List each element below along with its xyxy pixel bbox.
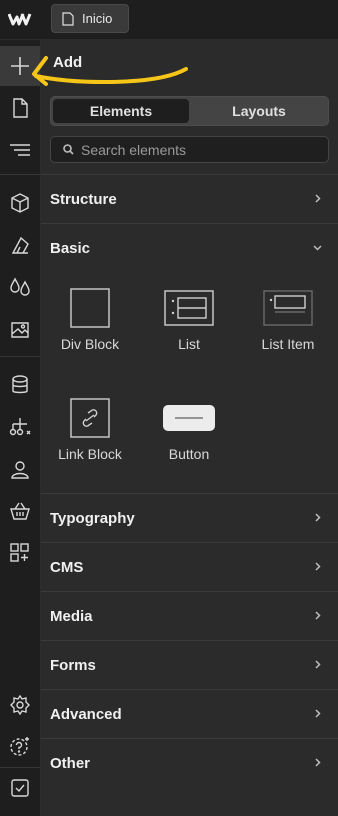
panel-title: Add [53,54,83,71]
section-label: Forms [50,657,96,674]
logic-flow-icon[interactable] [0,407,40,447]
element-list-item[interactable]: List Item [239,276,337,376]
add-panel: Add Elements Layouts Structure Basic Div… [41,40,338,816]
list-item-icon [239,286,337,330]
link-block-icon [41,396,139,440]
color-drops-icon[interactable] [0,267,40,307]
page-icon[interactable] [0,88,40,128]
element-div-block[interactable]: Div Block [41,276,139,376]
section-media[interactable]: Media [41,591,338,640]
section-label: Basic [50,240,91,257]
section-advanced[interactable]: Advanced [41,689,338,738]
plus-icon[interactable] [0,46,40,86]
chevron-right-icon [315,611,321,620]
chevron-right-icon [315,709,321,718]
style-icon[interactable] [0,225,40,265]
assets-image-icon[interactable] [0,309,40,349]
section-label: CMS [50,559,84,576]
div-block-icon [41,286,139,330]
webflow-logo-icon[interactable] [7,8,32,30]
section-other[interactable]: Other [41,738,338,787]
basket-icon[interactable] [0,491,40,531]
navigator-icon[interactable] [0,130,40,170]
tab-elements[interactable]: Elements [53,99,189,123]
left-toolbar [0,40,41,816]
search-icon [63,144,74,155]
section-label: Structure [50,191,117,208]
button-icon [140,396,238,440]
checkbox-icon[interactable] [0,768,40,808]
section-label: Advanced [50,706,122,723]
section-forms[interactable]: Forms [41,640,338,689]
element-label: Link Block [58,446,122,462]
section-label: Typography [50,510,135,527]
section-structure[interactable]: Structure [41,174,338,223]
section-label: Media [50,608,93,625]
chevron-right-icon [315,513,321,522]
search-input[interactable] [81,141,321,158]
section-basic[interactable]: Basic [41,223,338,272]
element-link-block[interactable]: Link Block [41,386,139,486]
chevron-right-icon [315,660,321,669]
list-icon [140,286,238,330]
section-cms[interactable]: CMS [41,542,338,591]
box-icon[interactable] [0,183,40,223]
rail-divider [0,174,40,175]
help-icon[interactable] [0,726,40,766]
settings-gear-icon[interactable] [0,685,40,725]
section-typography[interactable]: Typography [41,493,338,542]
tab-layouts[interactable]: Layouts [191,99,327,123]
chevron-right-icon [315,562,321,571]
page-icon [62,11,74,26]
element-label: Button [168,446,210,462]
top-bar: Inicio [0,0,338,40]
search-box[interactable] [50,136,329,163]
page-selector-button[interactable]: Inicio [51,4,129,33]
section-label: Other [50,755,91,772]
element-label: List [178,336,200,352]
elements-layouts-toggle: Elements Layouts [50,96,329,126]
apps-icon[interactable] [0,533,40,573]
chevron-right-icon [315,194,321,203]
chevron-down-icon [313,245,322,251]
element-button[interactable]: Button [140,386,238,486]
user-icon[interactable] [0,449,40,489]
database-icon[interactable] [0,365,40,405]
rail-divider [0,356,40,357]
page-selector-label: Inicio [82,11,113,26]
element-label: List Item [261,336,315,352]
chevron-right-icon [315,758,321,767]
element-list[interactable]: List [140,276,238,376]
element-label: Div Block [60,336,120,352]
